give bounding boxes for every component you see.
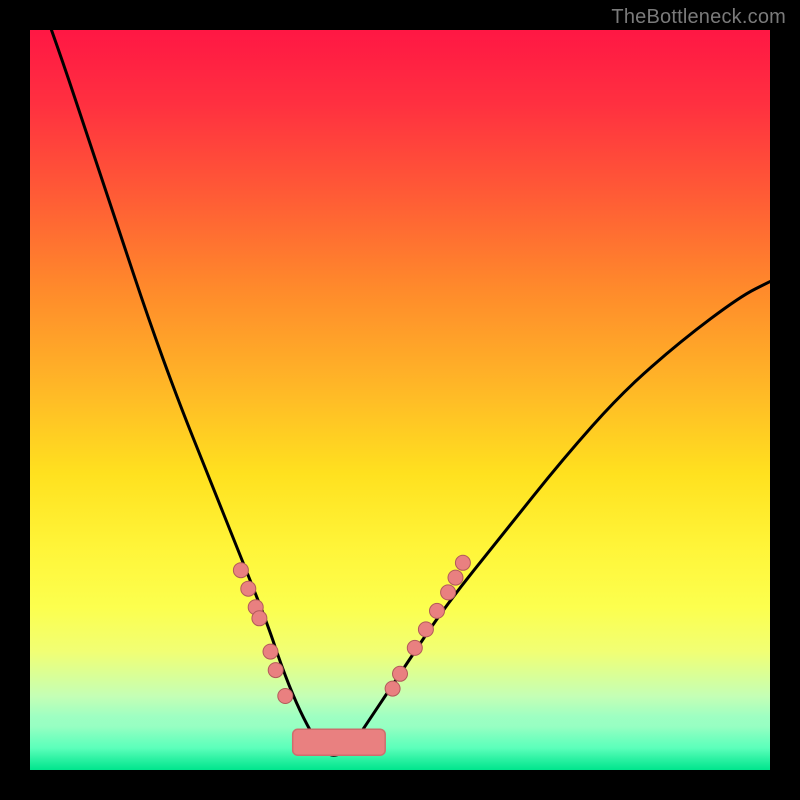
data-point	[407, 640, 422, 655]
right-branch-dots	[385, 555, 470, 696]
data-point	[268, 663, 283, 678]
data-point	[455, 555, 470, 570]
data-point	[278, 689, 293, 704]
data-point	[393, 666, 408, 681]
data-point	[448, 570, 463, 585]
plot-area	[30, 30, 770, 770]
left-branch-dots	[233, 563, 292, 704]
watermark-text: TheBottleneck.com	[611, 6, 786, 29]
bottleneck-curve	[30, 30, 770, 755]
chart-frame: TheBottleneck.com	[0, 0, 800, 800]
data-point	[418, 622, 433, 637]
optimal-range-bar	[293, 729, 386, 755]
data-point	[252, 611, 267, 626]
data-point	[441, 585, 456, 600]
data-point	[430, 603, 445, 618]
data-point	[233, 563, 248, 578]
data-point	[263, 644, 278, 659]
data-point	[385, 681, 400, 696]
chart-svg	[30, 30, 770, 770]
data-point	[241, 581, 256, 596]
